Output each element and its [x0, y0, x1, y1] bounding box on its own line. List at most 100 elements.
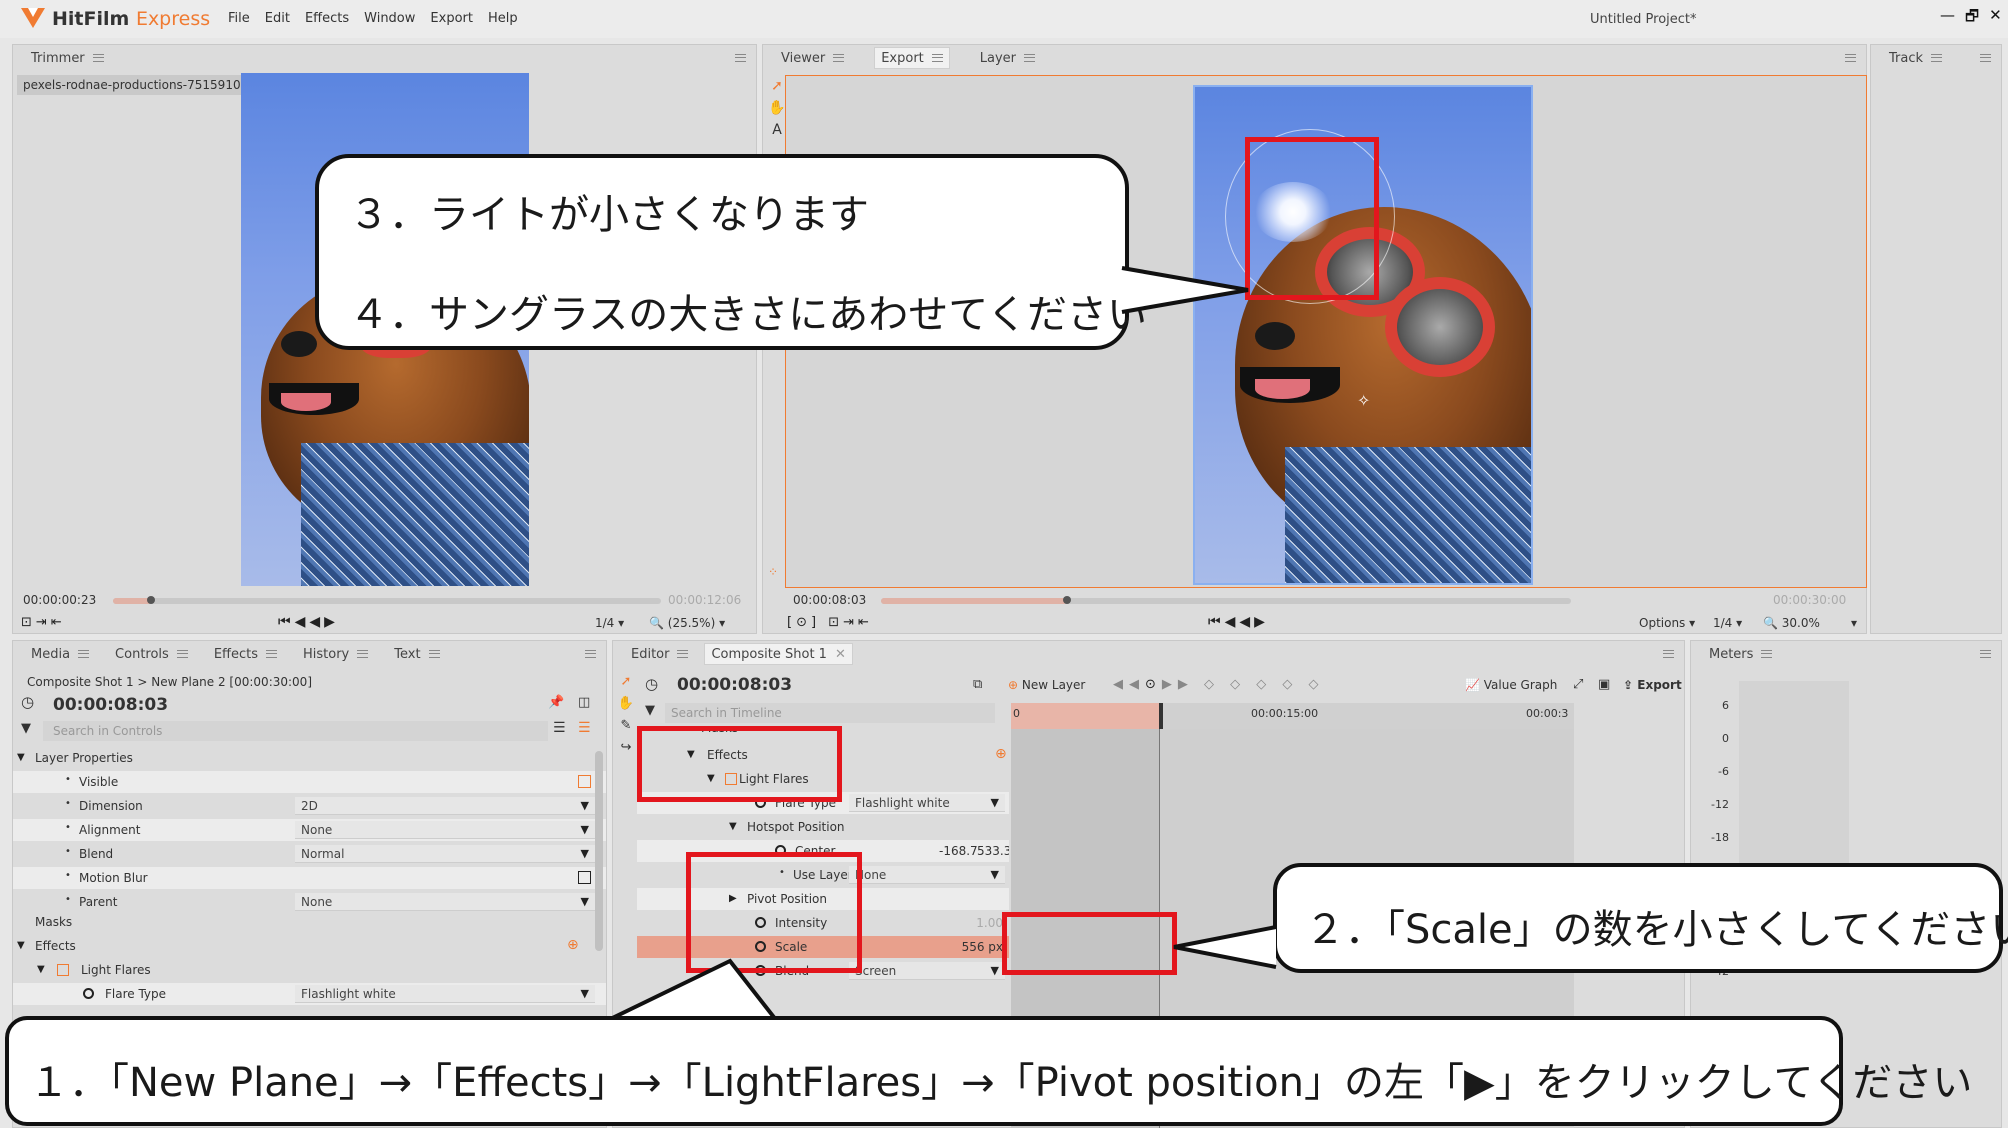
hand-tool-icon[interactable]: ✋ — [767, 97, 787, 119]
visible-checkbox[interactable] — [578, 775, 591, 788]
menu-effects[interactable]: Effects — [305, 11, 349, 26]
render-icon[interactable]: ▣ — [1598, 677, 1610, 692]
property-dropdown[interactable]: 2D — [295, 797, 595, 815]
tab-history[interactable]: History — [297, 643, 374, 665]
trimmer-zoom[interactable]: 🔍 (25.5%) ▾ — [649, 616, 725, 630]
panel-menu-icon[interactable] — [585, 650, 596, 658]
trimmer-scrubber[interactable] — [113, 596, 661, 604]
controls-scrollbar[interactable] — [595, 751, 603, 951]
tab-media[interactable]: Media — [25, 643, 95, 665]
slice-tool-icon[interactable]: ✎ — [616, 715, 636, 737]
tab-composite-shot[interactable]: Composite Shot 1 ✕ — [704, 643, 853, 665]
menu-window[interactable]: Window — [364, 11, 415, 26]
pivot-crosshair-icon[interactable]: ✧ — [1357, 391, 1370, 410]
tab-viewer[interactable]: Viewer — [775, 47, 850, 69]
overlay-icon[interactable]: ⇤ — [51, 615, 66, 630]
insert-icon[interactable]: ⇥ — [843, 615, 858, 630]
effects-row[interactable]: ▼ Effects ⊕ — [13, 935, 606, 957]
center-x-value[interactable]: -168.7 — [939, 844, 978, 858]
timeline-search-input[interactable]: Search in Timeline — [665, 703, 995, 723]
tab-layer[interactable]: Layer — [974, 47, 1041, 69]
center-y-value[interactable]: 533.3 — [977, 844, 1009, 858]
zoom-fit-icon[interactable]: ⤢ — [1573, 677, 1583, 692]
panel-menu-icon[interactable] — [1980, 650, 1991, 658]
flare-type-row[interactable]: Flare Type Flashlight white — [13, 983, 606, 1005]
panel-menu-icon[interactable] — [1663, 650, 1674, 658]
viewer-zoom[interactable]: 🔍 30.0% — [1763, 616, 1820, 630]
go-start-icon[interactable]: ⏮ — [278, 614, 295, 630]
list-view-icon[interactable]: ☰ — [553, 720, 566, 736]
frame-back-icon[interactable]: ◀◀ — [295, 614, 325, 630]
menu-edit[interactable]: Edit — [265, 11, 290, 26]
property-row[interactable]: • Alignment None — [13, 819, 606, 841]
tab-text[interactable]: Text — [388, 643, 445, 665]
expand-triangle-icon[interactable]: ▼ — [729, 821, 737, 832]
row-dropdown[interactable]: None — [849, 866, 1005, 884]
minimize-button[interactable]: — — [1940, 6, 1955, 31]
value-graph-button[interactable]: 📈 Value Graph — [1465, 678, 1557, 692]
property-row[interactable]: • Blend Normal — [13, 843, 606, 865]
select-tool-icon[interactable]: ➚ — [767, 75, 787, 97]
export-button[interactable]: ⇪ Export — [1623, 678, 1682, 692]
set-in-icon[interactable]: ⊡ — [21, 615, 36, 630]
light-flares-row[interactable]: ▼ Light Flares — [13, 959, 606, 981]
frame-back-icon[interactable]: ◀◀ — [1225, 614, 1255, 630]
effect-toggle-icon[interactable] — [57, 964, 69, 976]
viewer-scrubber[interactable] — [881, 596, 1571, 604]
new-layer-button[interactable]: ⊕ New Layer — [1008, 678, 1085, 692]
trimmer-zoom-ratio[interactable]: 1/4 ▾ — [595, 616, 624, 630]
trimmer-playhead[interactable] — [147, 596, 156, 604]
viewer-zoom-dropdown[interactable]: ▾ — [1851, 616, 1857, 630]
menu-help[interactable]: Help — [488, 11, 518, 26]
keyframe-icon[interactable] — [83, 988, 94, 999]
overlay-icon[interactable]: ⇤ — [858, 615, 873, 630]
masks-row[interactable]: Masks — [13, 911, 606, 933]
text-tool-icon[interactable]: A — [767, 119, 787, 141]
tab-controls[interactable]: Controls — [109, 643, 194, 665]
layer-properties-row[interactable]: ▼ Layer Properties — [13, 747, 606, 769]
next-keyframe-icon[interactable]: ▶▶ — [1162, 677, 1194, 692]
motion-blur-checkbox[interactable] — [578, 871, 591, 884]
timeline-playhead[interactable] — [1159, 703, 1163, 729]
play-icon[interactable]: ▶ — [324, 614, 339, 630]
menu-export[interactable]: Export — [430, 11, 473, 26]
layout-icon[interactable]: ◫ — [578, 695, 590, 710]
maximize-button[interactable]: 🗗 — [1965, 6, 1979, 31]
close-button[interactable]: ✕ — [1989, 6, 2002, 31]
ripple-tool-icon[interactable]: ↪ — [616, 737, 636, 759]
keyframe-toggle-icon[interactable]: ⊙ — [1145, 677, 1162, 692]
row-value[interactable]: 556 px — [962, 940, 1003, 954]
flare-type-dropdown[interactable]: Flashlight white — [295, 985, 595, 1003]
snapshot-icon[interactable]: ⧉ — [973, 677, 982, 692]
controls-time[interactable]: 00:00:08:03 — [53, 695, 168, 715]
viewer-options[interactable]: Options ▾ — [1639, 616, 1695, 630]
property-row[interactable]: • Visible — [13, 771, 606, 793]
panel-menu-icon[interactable] — [735, 54, 746, 62]
timeline-ruler[interactable]: 0 00:00:15:00 00:00:3 — [1011, 703, 1574, 729]
row-dropdown[interactable]: Flashlight white — [849, 794, 1005, 812]
editor-time[interactable]: 00:00:08:03 — [677, 675, 792, 695]
go-start-icon[interactable]: ⏮ — [1208, 614, 1225, 630]
viewer-zoom-ratio[interactable]: 1/4 ▾ — [1713, 616, 1742, 630]
list-view-orange-icon[interactable]: ☰ — [578, 720, 591, 736]
select-tool-icon[interactable]: ➚ — [616, 671, 636, 693]
viewer-playhead[interactable] — [1063, 596, 1072, 604]
tab-editor[interactable]: Editor — [625, 643, 694, 665]
tab-effects[interactable]: Effects — [208, 643, 283, 665]
property-dropdown[interactable]: None — [295, 821, 595, 839]
add-effect-icon[interactable]: ⊕ — [995, 746, 1007, 762]
property-row[interactable]: • Motion Blur — [13, 867, 606, 889]
safe-area-icon[interactable]: [⊙] — [787, 615, 820, 630]
tab-export[interactable]: Export — [874, 47, 950, 69]
property-row[interactable]: • Parent None — [13, 891, 606, 913]
controls-search-input[interactable]: Search in Controls — [43, 721, 548, 741]
row-dropdown[interactable]: Screen — [849, 962, 1005, 980]
tab-trimmer[interactable]: Trimmer — [25, 47, 110, 69]
set-in-icon[interactable]: ⊡ — [828, 615, 843, 630]
panel-menu-icon[interactable] — [1845, 54, 1856, 62]
prev-keyframe-icon[interactable]: ◀◀ — [1113, 677, 1145, 692]
insert-icon[interactable]: ⇥ — [36, 615, 51, 630]
pin-icon[interactable]: 📌 — [548, 695, 564, 710]
property-dropdown[interactable]: None — [295, 893, 595, 911]
tab-track[interactable]: Track — [1883, 47, 1948, 69]
